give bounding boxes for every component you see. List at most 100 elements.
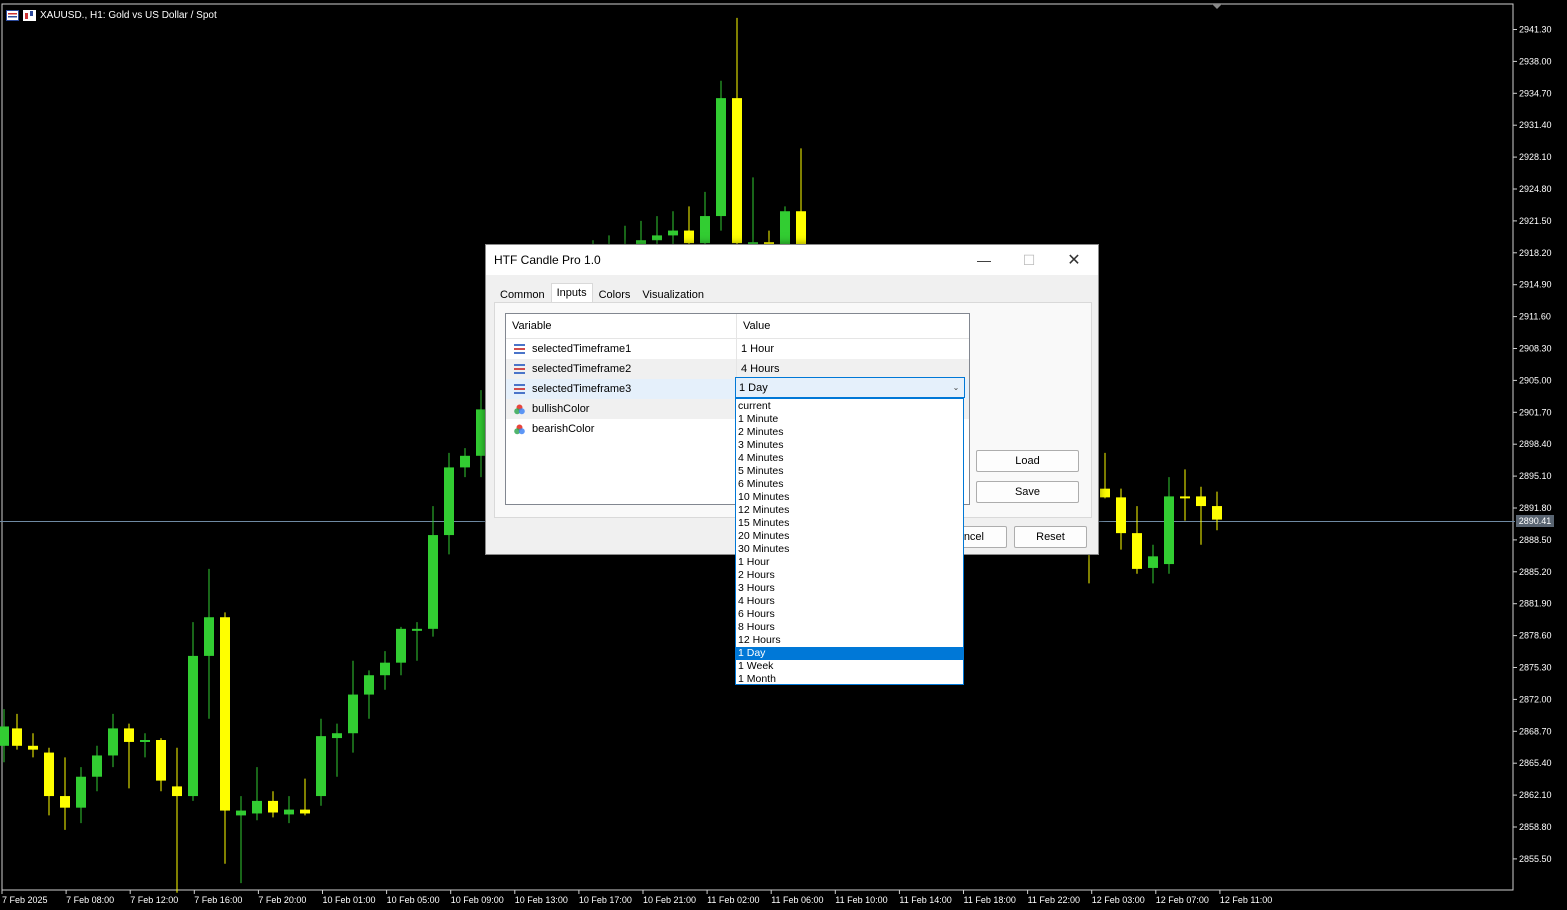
price-label: 2924.80 <box>1519 184 1552 194</box>
input-name: selectedTimeframe3 <box>532 383 632 395</box>
candle-body <box>60 796 70 808</box>
price-label: 2931.40 <box>1519 120 1552 130</box>
candle-body <box>348 694 358 734</box>
candle-body <box>732 98 742 244</box>
dropdown-option[interactable]: 15 Minutes <box>736 517 963 530</box>
candle-body <box>188 655 198 797</box>
candle-body <box>12 728 22 746</box>
close-button[interactable]: ✕ <box>1052 245 1096 275</box>
input-value[interactable]: 4 Hours <box>737 363 780 375</box>
candle-body <box>124 728 134 742</box>
input-row[interactable]: selectedTimeframe1 1 Hour <box>506 339 969 359</box>
time-label: 10 Feb 05:00 <box>387 895 440 905</box>
tab-bar: Common Inputs Colors Visualization <box>494 283 710 303</box>
dropdown-option[interactable]: 3 Minutes <box>736 439 963 452</box>
price-label: 2911.60 <box>1519 312 1551 322</box>
candle-body <box>76 776 86 808</box>
candle-body <box>204 617 214 656</box>
dropdown-option[interactable]: 2 Hours <box>736 569 963 582</box>
candle-body <box>716 98 726 217</box>
tab-colors[interactable]: Colors <box>593 285 637 303</box>
candle-body <box>652 235 662 241</box>
dropdown-option[interactable]: 3 Hours <box>736 582 963 595</box>
price-label: 2918.20 <box>1519 248 1552 258</box>
dropdown-option[interactable]: 2 Minutes <box>736 426 963 439</box>
candle-body <box>252 800 262 814</box>
candle-body <box>268 800 278 813</box>
price-label: 2868.70 <box>1519 726 1552 736</box>
candle-body <box>236 810 246 816</box>
dropdown-option[interactable]: 1 Minute <box>736 413 963 426</box>
time-label: 12 Feb 03:00 <box>1092 895 1145 905</box>
candle-body <box>1100 488 1110 498</box>
price-label: 2858.80 <box>1519 822 1552 832</box>
dropdown-option[interactable]: 12 Minutes <box>736 504 963 517</box>
price-label: 2928.10 <box>1519 152 1552 162</box>
candle-body <box>1164 496 1174 565</box>
price-label: 2938.00 <box>1519 56 1552 66</box>
dropdown-option[interactable]: 4 Minutes <box>736 452 963 465</box>
time-label: 7 Feb 08:00 <box>66 895 114 905</box>
candle-body <box>92 755 102 777</box>
price-label: 2914.90 <box>1519 280 1552 290</box>
input-name: selectedTimeframe2 <box>532 363 632 375</box>
dropdown-option[interactable]: 6 Minutes <box>736 478 963 491</box>
price-label: 2891.80 <box>1519 503 1552 513</box>
reset-button[interactable]: Reset <box>1014 526 1087 548</box>
candle-body <box>364 675 374 695</box>
price-label: 2934.70 <box>1519 88 1552 98</box>
maximize-button[interactable]: ☐ <box>1007 245 1051 275</box>
dropdown-option[interactable]: 6 Hours <box>736 608 963 621</box>
column-variable[interactable]: Variable <box>506 314 737 338</box>
candle-body <box>380 662 390 676</box>
tab-visualization[interactable]: Visualization <box>636 285 710 303</box>
load-button[interactable]: Load <box>976 450 1079 472</box>
dropdown-option[interactable]: 1 Month <box>736 673 963 686</box>
price-label: 2865.40 <box>1519 758 1552 768</box>
price-label: 2875.30 <box>1519 663 1552 673</box>
candle-body <box>780 211 790 246</box>
candle-body <box>284 809 294 815</box>
candle-body <box>1212 506 1222 520</box>
column-value[interactable]: Value <box>737 314 770 338</box>
chevron-down-icon[interactable]: ⌄ <box>948 383 964 392</box>
candle-body <box>1116 497 1126 534</box>
timeframe-combobox[interactable]: 1 Day ⌄ <box>735 377 965 398</box>
save-button[interactable]: Save <box>976 481 1079 503</box>
enum-icon <box>511 384 527 394</box>
time-label: 7 Feb 20:00 <box>258 895 306 905</box>
candle-body <box>444 467 454 536</box>
candlestick-icon <box>23 9 36 21</box>
tab-inputs[interactable]: Inputs <box>550 283 593 303</box>
dropdown-option[interactable]: 1 Day <box>736 647 963 660</box>
price-label: 2905.00 <box>1519 375 1552 385</box>
dialog-titlebar[interactable]: HTF Candle Pro 1.0 — ☐ ✕ <box>486 245 1098 275</box>
dropdown-option[interactable]: 12 Hours <box>736 634 963 647</box>
dropdown-option[interactable]: 8 Hours <box>736 621 963 634</box>
input-row[interactable]: selectedTimeframe2 4 Hours <box>506 359 969 379</box>
dropdown-option[interactable]: 30 Minutes <box>736 543 963 556</box>
chart-title-text: XAUUSD., H1: Gold vs US Dollar / Spot <box>40 9 217 21</box>
time-label: 11 Feb 18:00 <box>964 895 1016 905</box>
dropdown-option[interactable]: 1 Hour <box>736 556 963 569</box>
price-label: 2878.60 <box>1519 631 1552 641</box>
tab-common[interactable]: Common <box>494 285 551 303</box>
dropdown-option[interactable]: 5 Minutes <box>736 465 963 478</box>
time-label: 11 Feb 22:00 <box>1028 895 1080 905</box>
price-label: 2908.30 <box>1519 344 1552 354</box>
time-label: 11 Feb 06:00 <box>771 895 823 905</box>
dropdown-option[interactable]: 20 Minutes <box>736 530 963 543</box>
dropdown-option[interactable]: current <box>736 400 963 413</box>
candle-body <box>1180 496 1190 499</box>
candle-body <box>668 230 678 236</box>
time-label: 11 Feb 14:00 <box>899 895 951 905</box>
dropdown-option[interactable]: 10 Minutes <box>736 491 963 504</box>
dropdown-option[interactable]: 4 Hours <box>736 595 963 608</box>
time-label: 10 Feb 13:00 <box>515 895 568 905</box>
maximize-icon: ☐ <box>1022 251 1036 268</box>
time-label: 10 Feb 01:00 <box>323 895 376 905</box>
timeframe-dropdown-list[interactable]: current 1 Minute 2 Minutes 3 Minutes 4 Minut… <box>735 398 964 685</box>
minimize-button[interactable]: — <box>962 245 1006 275</box>
dropdown-option[interactable]: 1 Week <box>736 660 963 673</box>
input-value[interactable]: 1 Hour <box>737 343 774 355</box>
